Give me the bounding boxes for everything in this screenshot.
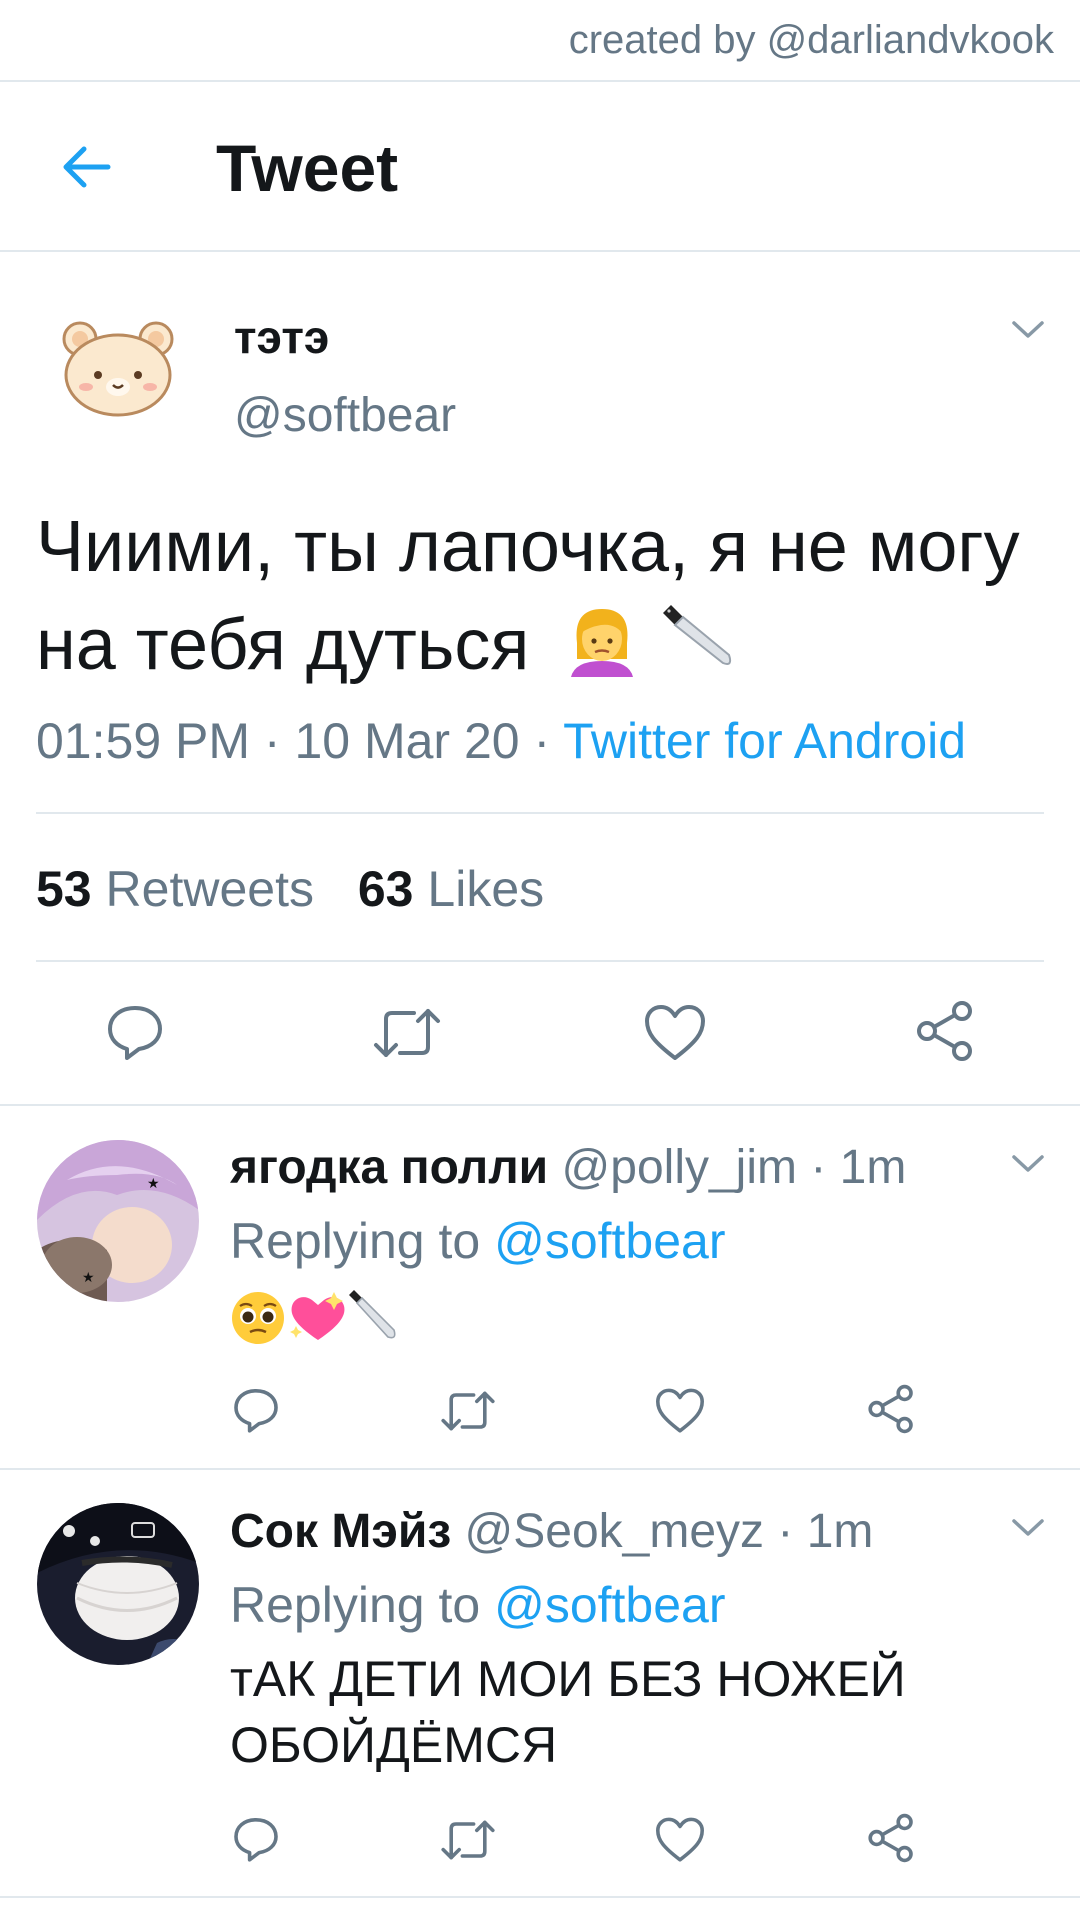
avatar[interactable]: ★ ★ [37,1140,199,1302]
tweet-time: 01:59 PM [36,713,251,769]
reply-text: тАК ДЕТИ МОИ БЕЗ НОЖЕЙ ОБОЙДЁМСЯ [230,1651,906,1773]
back-arrow-icon[interactable] [58,139,114,195]
emoji-row-icon [232,1290,396,1344]
reply-icon[interactable] [232,1815,280,1863]
tweet-author-name[interactable]: тэтэ [234,310,329,364]
reply-icon[interactable] [105,1002,165,1062]
retweet-icon[interactable] [372,1005,442,1061]
like-icon[interactable] [655,1817,705,1863]
chevron-down-icon[interactable] [1010,1152,1046,1176]
chevron-down-icon[interactable] [1010,318,1046,342]
avatar[interactable] [37,1503,199,1665]
reply-author-handle[interactable]: @Seok_meyz [465,1505,765,1558]
likes-label: Likes [427,861,545,917]
tweet-text: Чиими, ты лапочка, я не могу на тебя дут… [36,498,1036,702]
reply-header: ягодка полли @polly_jim · 1m [230,1141,907,1194]
reply-icon[interactable] [232,1386,280,1434]
likes-count: 63 [357,861,414,917]
reply-text [230,1282,950,1364]
mention-link[interactable]: @softbear [494,1213,725,1269]
reply-time: 1m [839,1141,907,1194]
retweet-icon[interactable] [440,1388,496,1434]
tweet-author-handle[interactable]: @softbear [234,388,456,443]
creator-credit: created by @darliandvkook [568,18,1054,62]
divider [0,1104,1080,1106]
retweets-count: 53 [36,861,92,917]
divider [0,250,1080,252]
top-bar: Tweet [0,82,1080,250]
tweet-text-content: Чиими, ты лапочка, я не могу на тебя дут… [36,507,1020,685]
tweet-date: 10 Mar 20 [294,713,520,769]
avatar-bear[interactable] [58,315,178,419]
reply-time: 1m [806,1505,874,1558]
share-icon[interactable] [867,1813,915,1863]
divider [0,1896,1080,1898]
replying-to: Replying to @softbear [230,1212,725,1270]
replying-label: Replying to [230,1577,481,1633]
svg-text:★: ★ [147,1176,160,1192]
reply-author-name[interactable]: Сок Мэйз [230,1505,451,1558]
share-icon[interactable] [867,1384,915,1434]
meta-separator: · [250,713,295,769]
tweet-stats: 53 Retweets 63 Likes [36,860,574,918]
divider [0,1468,1080,1470]
retweets-label: Retweets [105,861,314,917]
like-icon[interactable] [644,1004,706,1062]
retweet-icon[interactable] [440,1817,496,1863]
reply-header: Сок Мэйз @Seok_meyz · 1m [230,1505,874,1558]
divider [36,960,1044,962]
woman-pouting-emoji-icon [567,603,637,702]
like-icon[interactable] [655,1388,705,1434]
likes-stat[interactable]: 63 Likes [358,861,544,917]
page-title: Tweet [216,131,399,205]
svg-text:★: ★ [82,1270,95,1286]
chevron-down-icon[interactable] [1010,1516,1046,1540]
reply-author-handle[interactable]: @polly_jim [562,1141,797,1194]
replying-label: Replying to [230,1213,481,1269]
retweets-stat[interactable]: 53 Retweets [36,861,314,917]
meta-separator: · [519,713,564,769]
reply-author-name[interactable]: ягодка полли [230,1141,548,1194]
tweet-source-link[interactable]: Twitter for Android [563,713,966,769]
knife-emoji-icon [657,597,737,702]
replying-to: Replying to @softbear [230,1576,725,1634]
share-icon[interactable] [915,1000,975,1062]
mention-link[interactable]: @softbear [494,1577,725,1633]
divider [36,812,1044,814]
tweet-meta: 01:59 PM · 10 Mar 20 · Twitter for Andro… [36,712,966,770]
